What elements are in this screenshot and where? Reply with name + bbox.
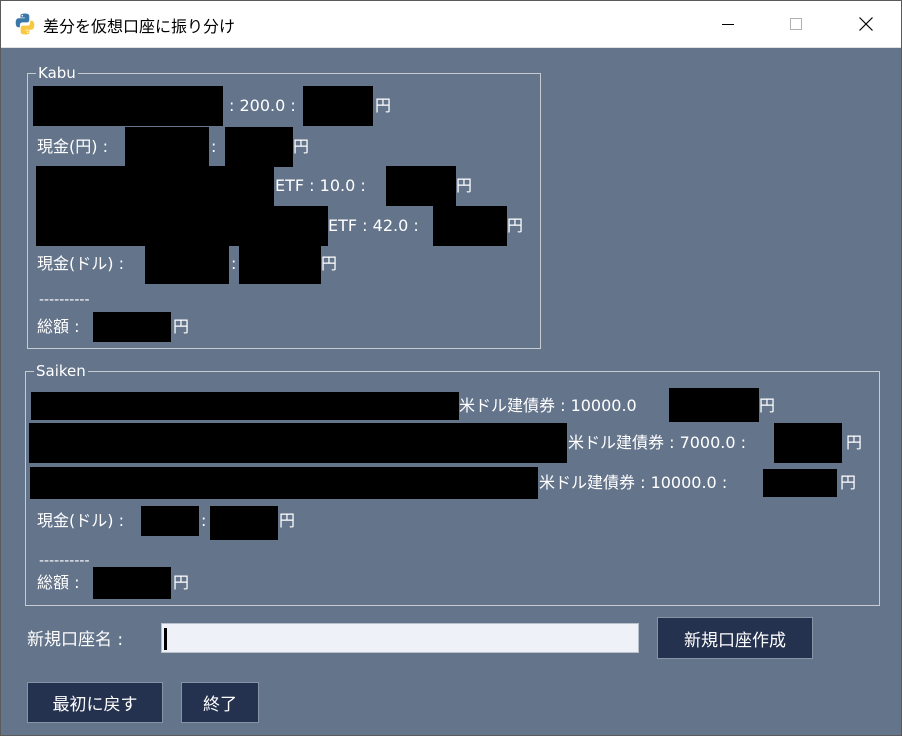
exit-button[interactable]: 終了 — [181, 682, 259, 723]
text-caret — [164, 628, 167, 650]
saiken-total-row: 総額 : 円 — [1, 563, 901, 603]
kabu-total-label: 総額 : — [37, 317, 80, 336]
kabu-group-title: Kabu — [36, 64, 78, 82]
yen-unit: 円 — [279, 511, 296, 530]
saiken-group-title: Saiken — [34, 362, 88, 380]
window-title: 差分を仮想口座に振り分け — [43, 17, 236, 36]
saiken-row-2-text: 米ドル建債券 : 7000.0 : — [568, 433, 747, 452]
kabu-row-2-label: 現金(円) : — [37, 137, 108, 156]
redacted-block — [33, 86, 223, 126]
saiken-row-1-text: 米ドル建債券 : 10000.0 — [459, 396, 637, 415]
redacted-block — [36, 166, 274, 206]
new-account-label: 新規口座名 : — [27, 630, 124, 650]
kabu-row-3-text: ETF : 10.0 : — [275, 176, 366, 195]
yen-unit: 円 — [173, 317, 190, 336]
yen-unit: 円 — [846, 433, 863, 452]
redacted-block — [386, 166, 456, 206]
kabu-row-5-text: : — [231, 254, 237, 273]
saiken-row-4: 現金(ドル) : : 円 — [1, 501, 901, 541]
saiken-total-label: 総額 : — [37, 573, 80, 592]
redacted-block — [93, 567, 171, 599]
kabu-row-2: 現金(円) : : 円 — [1, 127, 901, 167]
reset-button[interactable]: 最初に戻す — [27, 682, 163, 723]
redacted-block — [125, 127, 209, 167]
redacted-block — [36, 206, 328, 246]
saiken-row-4-text: : — [201, 511, 207, 530]
redacted-block — [239, 244, 321, 284]
saiken-row-3-text: 米ドル建債券 : 10000.0 : — [539, 473, 728, 492]
redacted-block — [774, 423, 842, 463]
yen-unit: 円 — [173, 573, 190, 592]
redacted-block — [669, 388, 759, 422]
kabu-row-4-text: ETF : 42.0 : — [328, 216, 419, 235]
maximize-button[interactable] — [773, 1, 819, 47]
kabu-row-1: : 200.0 : 円 — [1, 86, 901, 126]
redacted-block — [29, 423, 567, 463]
minimize-icon — [722, 24, 734, 25]
redacted-block — [433, 206, 507, 246]
redacted-block — [763, 469, 837, 497]
kabu-row-2-text: : — [211, 137, 217, 156]
redacted-block — [225, 127, 293, 167]
redacted-block — [210, 506, 278, 540]
kabu-separator: ---------- — [39, 292, 90, 308]
yen-unit: 円 — [375, 96, 392, 115]
python-icon — [15, 13, 35, 35]
close-button[interactable] — [843, 1, 889, 47]
kabu-total-row: 総額 : 円 — [1, 307, 901, 347]
kabu-row-5-label: 現金(ドル) : — [37, 254, 124, 273]
redacted-block — [93, 312, 171, 342]
maximize-icon — [790, 18, 802, 30]
yen-unit: 円 — [321, 254, 338, 273]
redacted-block — [303, 86, 373, 126]
app-window: 差分を仮想口座に振り分け Kabu : 200.0 : 円 現金(円) :: … — [0, 0, 902, 736]
kabu-row-1-text: : 200.0 : — [229, 96, 296, 115]
kabu-row-3: ETF : 10.0 : 円 — [1, 166, 901, 206]
title-bar: 差分を仮想口座に振り分け — [1, 1, 901, 48]
yen-unit: 円 — [759, 396, 776, 415]
create-account-button[interactable]: 新規口座作成 — [657, 617, 813, 659]
kabu-row-4: ETF : 42.0 : 円 — [1, 206, 901, 246]
redacted-block — [141, 506, 199, 536]
redacted-block — [31, 392, 459, 420]
yen-unit: 円 — [840, 473, 857, 492]
close-icon — [859, 17, 873, 31]
minimize-button[interactable] — [705, 1, 751, 47]
kabu-row-5: 現金(ドル) : : 円 — [1, 244, 901, 284]
redacted-block — [145, 244, 229, 284]
saiken-row-4-label: 現金(ドル) : — [37, 511, 124, 530]
saiken-row-2: 米ドル建債券 : 7000.0 : 円 — [1, 423, 901, 463]
yen-unit: 円 — [293, 137, 310, 156]
yen-unit: 円 — [507, 216, 524, 235]
new-account-input[interactable] — [161, 623, 639, 653]
saiken-row-1: 米ドル建債券 : 10000.0 円 — [1, 386, 901, 426]
redacted-block — [30, 467, 538, 499]
saiken-row-3: 米ドル建債券 : 10000.0 : 円 — [1, 463, 901, 503]
yen-unit: 円 — [456, 176, 473, 195]
